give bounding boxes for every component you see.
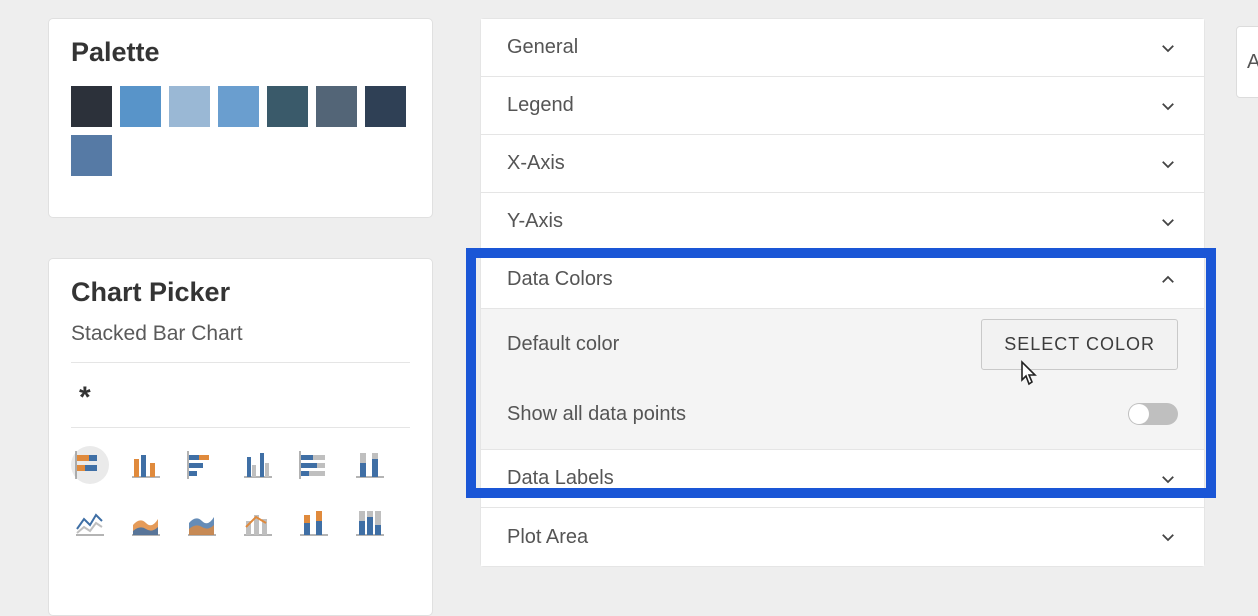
chevron-down-icon [1158, 154, 1178, 174]
accordion-label: General [507, 36, 578, 59]
chevron-down-icon [1158, 96, 1178, 116]
palette-swatch-blue-400[interactable] [218, 86, 259, 127]
chart-picker-title: Chart Picker [71, 277, 410, 308]
palette-swatch-gray-blue[interactable] [316, 86, 357, 127]
palette-swatch-navy-800[interactable] [365, 86, 406, 127]
default-color-row: Default color SELECT COLOR [481, 309, 1204, 379]
divider [71, 427, 410, 428]
chart-picker-subtype: Stacked Bar Chart [71, 322, 410, 346]
required-marker: * [71, 377, 410, 427]
palette-swatch-blue-500[interactable] [120, 86, 161, 127]
divider [71, 362, 410, 363]
chevron-up-icon [1158, 270, 1178, 290]
chart-thumbnails [71, 442, 410, 542]
show-all-data-points-label: Show all data points [507, 403, 686, 426]
chart-thumb-stacked-bar-h[interactable] [71, 446, 109, 484]
chart-thumb-clustered-column-alt[interactable] [239, 446, 277, 484]
palette-card: Palette [48, 18, 433, 218]
accordion-label: Legend [507, 94, 574, 117]
default-color-label: Default color [507, 333, 619, 356]
show-all-data-points-toggle[interactable] [1128, 403, 1178, 425]
palette-swatch-teal-700[interactable] [267, 86, 308, 127]
accordion-header-y-axis[interactable]: Y-Axis [481, 193, 1204, 251]
accordion-header-plot-area[interactable]: Plot Area [481, 508, 1204, 566]
accordion-label: Y-Axis [507, 210, 563, 233]
chart-thumb-stacked-column-100[interactable] [351, 504, 389, 542]
palette-swatch-slate-dark[interactable] [71, 86, 112, 127]
palette-swatch-steel-blue[interactable] [71, 135, 112, 176]
chart-picker-card: Chart Picker Stacked Bar Chart * [48, 258, 433, 616]
chevron-down-icon [1158, 469, 1178, 489]
palette-swatches [71, 86, 410, 176]
chart-thumb-stacked-column[interactable] [295, 504, 333, 542]
format-accordion: General Legend X-Axis Y-Axis Data C [480, 18, 1205, 567]
accordion-header-data-colors[interactable]: Data Colors [481, 251, 1204, 309]
accordion-label: X-Axis [507, 152, 565, 175]
accordion-header-data-labels[interactable]: Data Labels [481, 450, 1204, 508]
chart-thumb-area-stacked-alt[interactable] [183, 504, 221, 542]
chevron-down-icon [1158, 38, 1178, 58]
palette-swatch-blue-300[interactable] [169, 86, 210, 127]
chart-thumb-clustered-column-100[interactable] [351, 446, 389, 484]
side-panel-fragment: A [1236, 26, 1258, 98]
accordion-header-legend[interactable]: Legend [481, 77, 1204, 135]
chart-thumb-clustered-column[interactable] [127, 446, 165, 484]
toggle-knob [1129, 404, 1149, 424]
show-all-data-points-row: Show all data points [481, 379, 1204, 449]
chevron-down-icon [1158, 527, 1178, 547]
chart-thumb-column-line-combo[interactable] [239, 504, 277, 542]
chart-thumb-area-stacked[interactable] [127, 504, 165, 542]
accordion-header-x-axis[interactable]: X-Axis [481, 135, 1204, 193]
accordion-label: Data Colors [507, 268, 613, 291]
chart-thumb-stacked-bar-h-alt[interactable] [183, 446, 221, 484]
select-color-button[interactable]: SELECT COLOR [981, 319, 1178, 370]
accordion-header-general[interactable]: General [481, 19, 1204, 77]
accordion-label: Data Labels [507, 467, 614, 490]
side-panel-letter: A [1247, 51, 1258, 74]
chart-thumb-line[interactable] [71, 504, 109, 542]
chart-thumb-stacked-bar-h-100[interactable] [295, 446, 333, 484]
accordion-body-data-colors: Default color SELECT COLOR Show all data… [481, 309, 1204, 450]
palette-title: Palette [71, 37, 410, 68]
accordion-label: Plot Area [507, 526, 588, 549]
chevron-down-icon [1158, 212, 1178, 232]
